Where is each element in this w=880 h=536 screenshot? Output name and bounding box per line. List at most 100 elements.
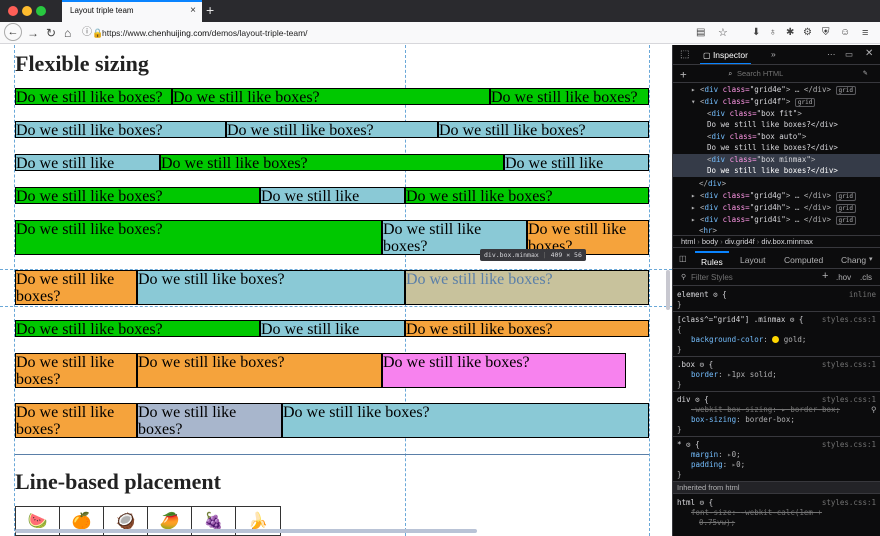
- rule-source[interactable]: styles.css:1: [822, 315, 876, 324]
- home-icon[interactable]: ⌂: [64, 25, 71, 41]
- dropdown-icon[interactable]: ▾: [869, 255, 873, 263]
- tab-layout[interactable]: Layout: [740, 255, 766, 265]
- url-bar[interactable]: https://www.chenhuijing.com/demos/layout…: [102, 25, 308, 41]
- minimize-window-button[interactable]: [22, 6, 32, 16]
- tree-node[interactable]: <div class="box fit">: [673, 109, 880, 119]
- options-icon[interactable]: ⋯: [827, 49, 836, 60]
- bulb-icon[interactable]: ✱: [786, 25, 794, 41]
- node-tag: hr: [703, 226, 713, 235]
- tree-text[interactable]: Do we still like boxes?</div>: [673, 120, 880, 130]
- tree-node[interactable]: ▸ <div class="grid4e"> … </div> grid: [673, 85, 880, 95]
- declaration[interactable]: background-color: gold;: [673, 335, 880, 344]
- grid-badge[interactable]: grid: [835, 192, 856, 201]
- rule-source[interactable]: inline: [849, 290, 876, 299]
- rule-source[interactable]: styles.css:1: [822, 440, 876, 449]
- hover-state-button[interactable]: .hov: [836, 273, 851, 282]
- tree-node-selected[interactable]: <div class="box minmax"> Do we still lik…: [673, 154, 880, 177]
- tree-node[interactable]: <div class="box auto">: [673, 132, 880, 142]
- tab-changes[interactable]: Chang: [841, 255, 866, 265]
- highlighter-tooltip: div.box.minmax | 409 × 56: [480, 249, 586, 261]
- pick-element-icon[interactable]: ⬚: [680, 49, 689, 60]
- download-icon[interactable]: ⬇: [752, 25, 760, 41]
- gear-icon[interactable]: ⚙: [700, 360, 705, 369]
- grid-badge[interactable]: grid: [835, 86, 856, 95]
- tab-layout-triple-team[interactable]: Layout triple team ×: [62, 0, 202, 22]
- rule-selector: div ⚙ {styles.css:1: [673, 395, 880, 404]
- rule-source[interactable]: styles.css:1: [822, 395, 876, 404]
- tooltip-size: 409 × 56: [550, 251, 582, 259]
- filter-styles-input[interactable]: Filter Styles: [691, 273, 733, 282]
- grid-badge[interactable]: grid: [794, 98, 816, 107]
- new-tab-button[interactable]: +: [206, 2, 214, 18]
- tab-rules[interactable]: Rules: [695, 251, 729, 268]
- add-rule-icon[interactable]: +: [822, 270, 828, 282]
- tree-text[interactable]: Do we still like boxes?</div>: [673, 143, 880, 153]
- selector-text: div: [677, 395, 691, 404]
- node-pre: ▸ <: [691, 215, 705, 224]
- breadcrumb-item[interactable]: div.box.minmax: [761, 237, 813, 246]
- tree-node[interactable]: <hr>: [673, 226, 880, 235]
- close-window-button[interactable]: [8, 6, 18, 16]
- menu-icon[interactable]: ≡: [862, 25, 868, 41]
- declaration[interactable]: box-sizing: border-box;: [673, 415, 880, 424]
- vertical-scrollbar[interactable]: [666, 270, 670, 310]
- tree-node[interactable]: </div>: [673, 179, 880, 189]
- grid-row: Do we still like boxes? Do we still like…: [15, 320, 649, 337]
- class-toggle-button[interactable]: .cls: [860, 273, 872, 282]
- declaration[interactable]: margin: ▸0;: [673, 450, 880, 459]
- gear-icon[interactable]: ⚙: [700, 498, 705, 507]
- tree-node[interactable]: ▸ <div class="grid4i"> … </div> grid: [673, 215, 880, 225]
- add-node-icon[interactable]: +: [680, 68, 687, 81]
- filter-icon[interactable]: ⚲: [871, 405, 877, 414]
- tree-node[interactable]: ▸ <div class="grid4h"> … </div> grid: [673, 203, 880, 213]
- color-swatch[interactable]: [772, 336, 780, 343]
- bookmark-star-icon[interactable]: ☆: [718, 25, 728, 41]
- maximize-window-button[interactable]: [36, 6, 46, 16]
- node-pre: </: [699, 179, 709, 188]
- rule-source[interactable]: styles.css:1: [822, 498, 876, 507]
- ublock-icon[interactable]: ⛨: [822, 25, 830, 41]
- declaration-overridden[interactable]: font-size: -webkit-calc(1em +: [673, 508, 880, 517]
- eyedropper-icon[interactable]: ✎: [863, 68, 868, 77]
- tree-node[interactable]: ▸ <div class="grid4g"> … </div> grid: [673, 191, 880, 201]
- gear-icon[interactable]: ⚙: [790, 315, 795, 324]
- rule-source[interactable]: styles.css:1: [822, 360, 876, 369]
- info-icon[interactable]: ⓘ: [82, 25, 92, 41]
- selected-node-text: Do we still like boxes?</div>: [707, 166, 838, 175]
- sync-icon[interactable]: ⚙: [803, 25, 812, 41]
- tip-icon[interactable]: ♁: [769, 25, 777, 41]
- grid-box: Do we still like boxes?: [15, 154, 160, 171]
- node-tag: div: [704, 191, 719, 200]
- horizontal-scrollbar[interactable]: [15, 529, 477, 533]
- rule-close: }: [677, 300, 682, 309]
- grid-badge[interactable]: grid: [835, 216, 856, 225]
- tab-close-icon[interactable]: ×: [190, 5, 196, 16]
- reader-view-icon[interactable]: ▤: [696, 25, 705, 41]
- gear-icon[interactable]: ⚙: [686, 440, 691, 449]
- account-icon[interactable]: ☺: [840, 25, 850, 41]
- back-arrow-icon[interactable]: ←: [4, 23, 22, 41]
- html-search-input[interactable]: Search HTML: [737, 69, 783, 78]
- dock-icon[interactable]: ▭: [845, 49, 853, 60]
- node-attr: class=: [725, 132, 757, 141]
- reload-icon[interactable]: ↻: [46, 25, 56, 41]
- close-devtools-icon[interactable]: ✕: [865, 48, 873, 59]
- declaration-overridden[interactable]: -webkit-box-sizing: ▸ border-box;: [673, 405, 880, 414]
- tree-node[interactable]: ▾ <div class="grid4f"> grid: [673, 97, 880, 107]
- tab-inspector[interactable]: ▢ Inspector: [700, 47, 751, 64]
- breadcrumb-item[interactable]: div.grid4f: [725, 237, 755, 246]
- gear-icon[interactable]: ⚙: [695, 395, 700, 404]
- toggle-sidebar-icon[interactable]: ◫: [679, 254, 687, 263]
- node-tag: div: [704, 85, 719, 94]
- declaration[interactable]: padding: ▸0;: [673, 460, 880, 469]
- gear-icon[interactable]: ⚙: [713, 290, 718, 299]
- grid-row: Do we still like boxes? Do we still like…: [15, 270, 649, 305]
- tab-computed[interactable]: Computed: [784, 255, 823, 265]
- breadcrumb-item[interactable]: body: [702, 237, 718, 246]
- forward-arrow-icon[interactable]: →: [27, 25, 39, 41]
- declaration[interactable]: border: ▸1px solid;: [673, 370, 880, 379]
- more-tabs-icon[interactable]: »: [771, 49, 776, 59]
- breadcrumb-item[interactable]: html: [681, 237, 695, 246]
- grid-badge[interactable]: grid: [835, 204, 856, 213]
- brace: {: [722, 290, 727, 299]
